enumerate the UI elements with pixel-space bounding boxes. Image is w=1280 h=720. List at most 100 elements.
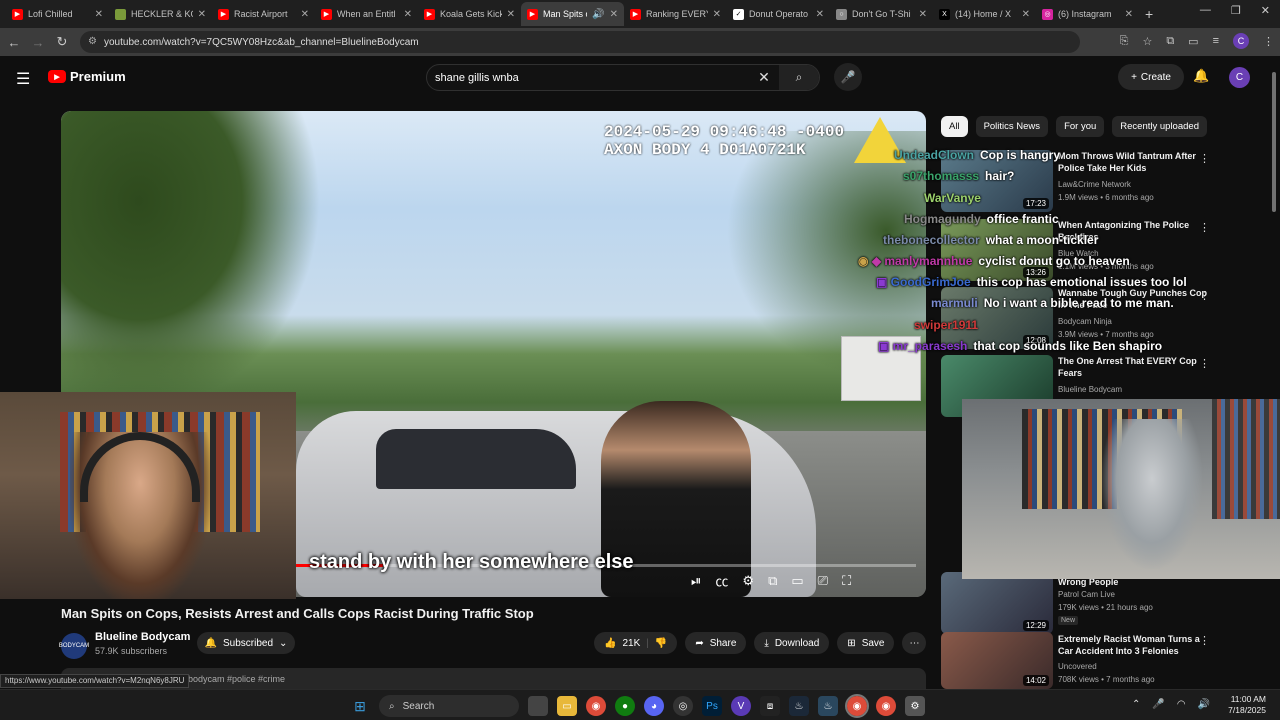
close-tab-icon[interactable]: ✕	[919, 9, 927, 20]
miniplayer-icon[interactable]: ⧉	[768, 573, 777, 589]
chip-all[interactable]: All	[941, 116, 968, 137]
search-input[interactable]: shane gillis wnba	[427, 72, 749, 84]
close-tab-icon[interactable]: ✕	[816, 9, 824, 20]
split-view-icon[interactable]: ▭	[1188, 35, 1198, 48]
autoplay-toggle-icon[interactable]: ⏯	[691, 573, 701, 589]
close-tab-icon[interactable]: ✕	[610, 9, 618, 20]
create-button[interactable]: + Create	[1118, 64, 1184, 90]
browser-tab[interactable]: ▶ Racist Airport ✕	[212, 2, 315, 26]
video-title[interactable]: Mom Throws Wild Tantrum After Police Tak…	[1058, 150, 1208, 174]
channel-name[interactable]: Blueline Bodycam	[95, 631, 190, 643]
close-tab-icon[interactable]: ✕	[713, 9, 721, 20]
volume-icon[interactable]: 🔊	[1198, 699, 1210, 710]
chrome-alt-icon[interactable]: ◉	[876, 696, 896, 716]
vpn-icon[interactable]: V	[731, 696, 751, 716]
close-tab-icon[interactable]: ✕	[301, 9, 309, 20]
theater-mode-icon[interactable]: ▭	[791, 573, 803, 589]
recommended-video[interactable]: 14:02 Extremely Racist Woman Turns a Car…	[941, 632, 1251, 692]
more-options-icon[interactable]: ⋮	[1199, 152, 1210, 165]
minimize-icon[interactable]: —	[1200, 4, 1211, 17]
media-control-icon[interactable]: ≡	[1213, 35, 1219, 47]
browser-tab[interactable]: X (14) Home / X ✕	[933, 2, 1036, 26]
scrollbar-thumb[interactable]	[1272, 72, 1276, 212]
clear-search-icon[interactable]: ✕	[749, 69, 779, 86]
browser-tab-active[interactable]: ▶ Man Spits o 🔊 ✕	[521, 2, 624, 26]
close-tab-icon[interactable]: ✕	[198, 9, 206, 20]
task-view-icon[interactable]	[528, 696, 548, 716]
browser-tab[interactable]: ▶ Ranking EVERY ✕	[624, 2, 727, 26]
channel-name[interactable]: Patrol Cam Live	[1058, 590, 1115, 599]
like-button[interactable]: 👍 21K | 👎	[594, 632, 678, 654]
browser-tab[interactable]: HECKLER & KO ✕	[109, 2, 212, 26]
more-options-icon[interactable]: ⋮	[1199, 221, 1210, 234]
install-app-icon[interactable]: ⎘	[1120, 35, 1129, 48]
browser-tab[interactable]: ▶ Koala Gets Kick ✕	[418, 2, 521, 26]
save-button[interactable]: ⊞ Save	[837, 632, 895, 654]
chrome-icon[interactable]: ◉	[586, 696, 606, 716]
video-title[interactable]: The One Arrest That EVERY Cop Fears	[1058, 355, 1208, 379]
taskbar-search[interactable]: ⌕ Search	[379, 695, 519, 717]
chevron-up-icon[interactable]: ⌃	[1132, 699, 1140, 710]
more-actions-button[interactable]: ⋯	[902, 632, 927, 654]
steam-icon[interactable]: ♨	[789, 696, 809, 716]
hamburger-menu-icon[interactable]: ☰	[16, 69, 30, 89]
share-button[interactable]: ➦ Share	[685, 632, 747, 654]
obs-icon[interactable]: ◎	[673, 696, 693, 716]
youtube-premium-logo[interactable]: ▶ Premium	[48, 69, 126, 84]
address-bar[interactable]: ⚙ youtube.com/watch?v=7QC5WY08Hzc&ab_cha…	[80, 31, 1080, 53]
close-tab-icon[interactable]: ✕	[404, 9, 412, 20]
windows-start-icon[interactable]: ⊞	[350, 696, 370, 716]
xbox-icon[interactable]: ●	[615, 696, 635, 716]
video-thumbnail[interactable]: 14:02	[941, 632, 1053, 689]
download-button[interactable]: ⤓ Download	[754, 632, 830, 654]
microphone-icon[interactable]: 🎤	[1152, 699, 1164, 710]
search-icon[interactable]: ⌕	[779, 65, 819, 90]
channel-name[interactable]: Uncovered	[1058, 662, 1097, 671]
browser-tab[interactable]: ○ Don't Go T-Shi ✕	[830, 2, 933, 26]
reload-icon[interactable]: ↻	[50, 34, 74, 50]
close-tab-icon[interactable]: ✕	[1022, 9, 1030, 20]
menu-kebab-icon[interactable]: ⋮	[1263, 35, 1274, 48]
browser-tab[interactable]: ▶ When an Entitl ✕	[315, 2, 418, 26]
taskbar-clock[interactable]: 11:00 AM 7/18/2025	[1228, 694, 1266, 716]
close-tab-icon[interactable]: ✕	[95, 9, 103, 20]
close-window-icon[interactable]: ✕	[1261, 4, 1270, 17]
chip-politics-news[interactable]: Politics News	[975, 116, 1049, 137]
chrome-profile-icon[interactable]: ◉	[845, 694, 869, 718]
browser-tab[interactable]: ▶ Lofi Chilled ✕	[6, 2, 109, 26]
extensions-icon[interactable]: ⧉	[1166, 35, 1174, 48]
chip-for-you[interactable]: For you	[1056, 116, 1105, 137]
back-icon[interactable]: ←	[2, 35, 26, 50]
recommended-video[interactable]: 12:29 Wrong People Patrol Cam Live 179K …	[941, 572, 1251, 634]
more-options-icon[interactable]: ⋮	[1199, 634, 1210, 647]
more-options-icon[interactable]: ⋮	[1199, 357, 1210, 370]
page-scrollbar[interactable]	[1270, 62, 1278, 687]
recommended-video[interactable]: 13:26 When Antagonizing The Police Backf…	[941, 219, 1251, 281]
account-avatar[interactable]: C	[1229, 67, 1250, 88]
fullscreen-icon[interactable]: ⛶	[842, 573, 851, 589]
maximize-icon[interactable]: ❐	[1231, 4, 1241, 17]
steam-alt-icon[interactable]: ♨	[818, 696, 838, 716]
settings-gear-icon[interactable]: ⚙	[905, 696, 925, 716]
subtitles-icon[interactable]: ㏄	[715, 571, 728, 590]
speaker-icon[interactable]: 🔊	[592, 9, 604, 20]
capcut-icon[interactable]: ⧈	[760, 696, 780, 716]
channel-avatar[interactable]: BODYCAM	[59, 633, 89, 659]
subscribed-button[interactable]: 🔔 Subscribed ⌄	[197, 632, 295, 654]
video-thumbnail[interactable]: 13:26	[941, 219, 1053, 281]
cast-icon[interactable]: ⎚	[818, 573, 828, 589]
notifications-bell-icon[interactable]: 🔔	[1193, 68, 1209, 84]
wifi-icon[interactable]: ◠	[1177, 699, 1186, 710]
photoshop-icon[interactable]: Ps	[702, 696, 722, 716]
video-title[interactable]: Extremely Racist Woman Turns a Car Accid…	[1058, 633, 1208, 657]
channel-name[interactable]: Law&Crime Network	[1058, 180, 1131, 189]
forward-icon[interactable]: →	[26, 35, 50, 50]
more-options-icon[interactable]: ⋮	[1199, 289, 1210, 302]
new-tab-icon[interactable]: +	[1145, 6, 1153, 22]
settings-gear-icon[interactable]: ⚙	[742, 573, 754, 589]
close-tab-icon[interactable]: ✕	[507, 9, 515, 20]
thumbs-down-icon[interactable]: 👎	[655, 638, 667, 649]
channel-name[interactable]: Bodycam Ninja	[1058, 317, 1112, 326]
microphone-icon[interactable]: 🎤	[834, 63, 862, 91]
site-info-icon[interactable]: ⚙	[88, 36, 97, 47]
